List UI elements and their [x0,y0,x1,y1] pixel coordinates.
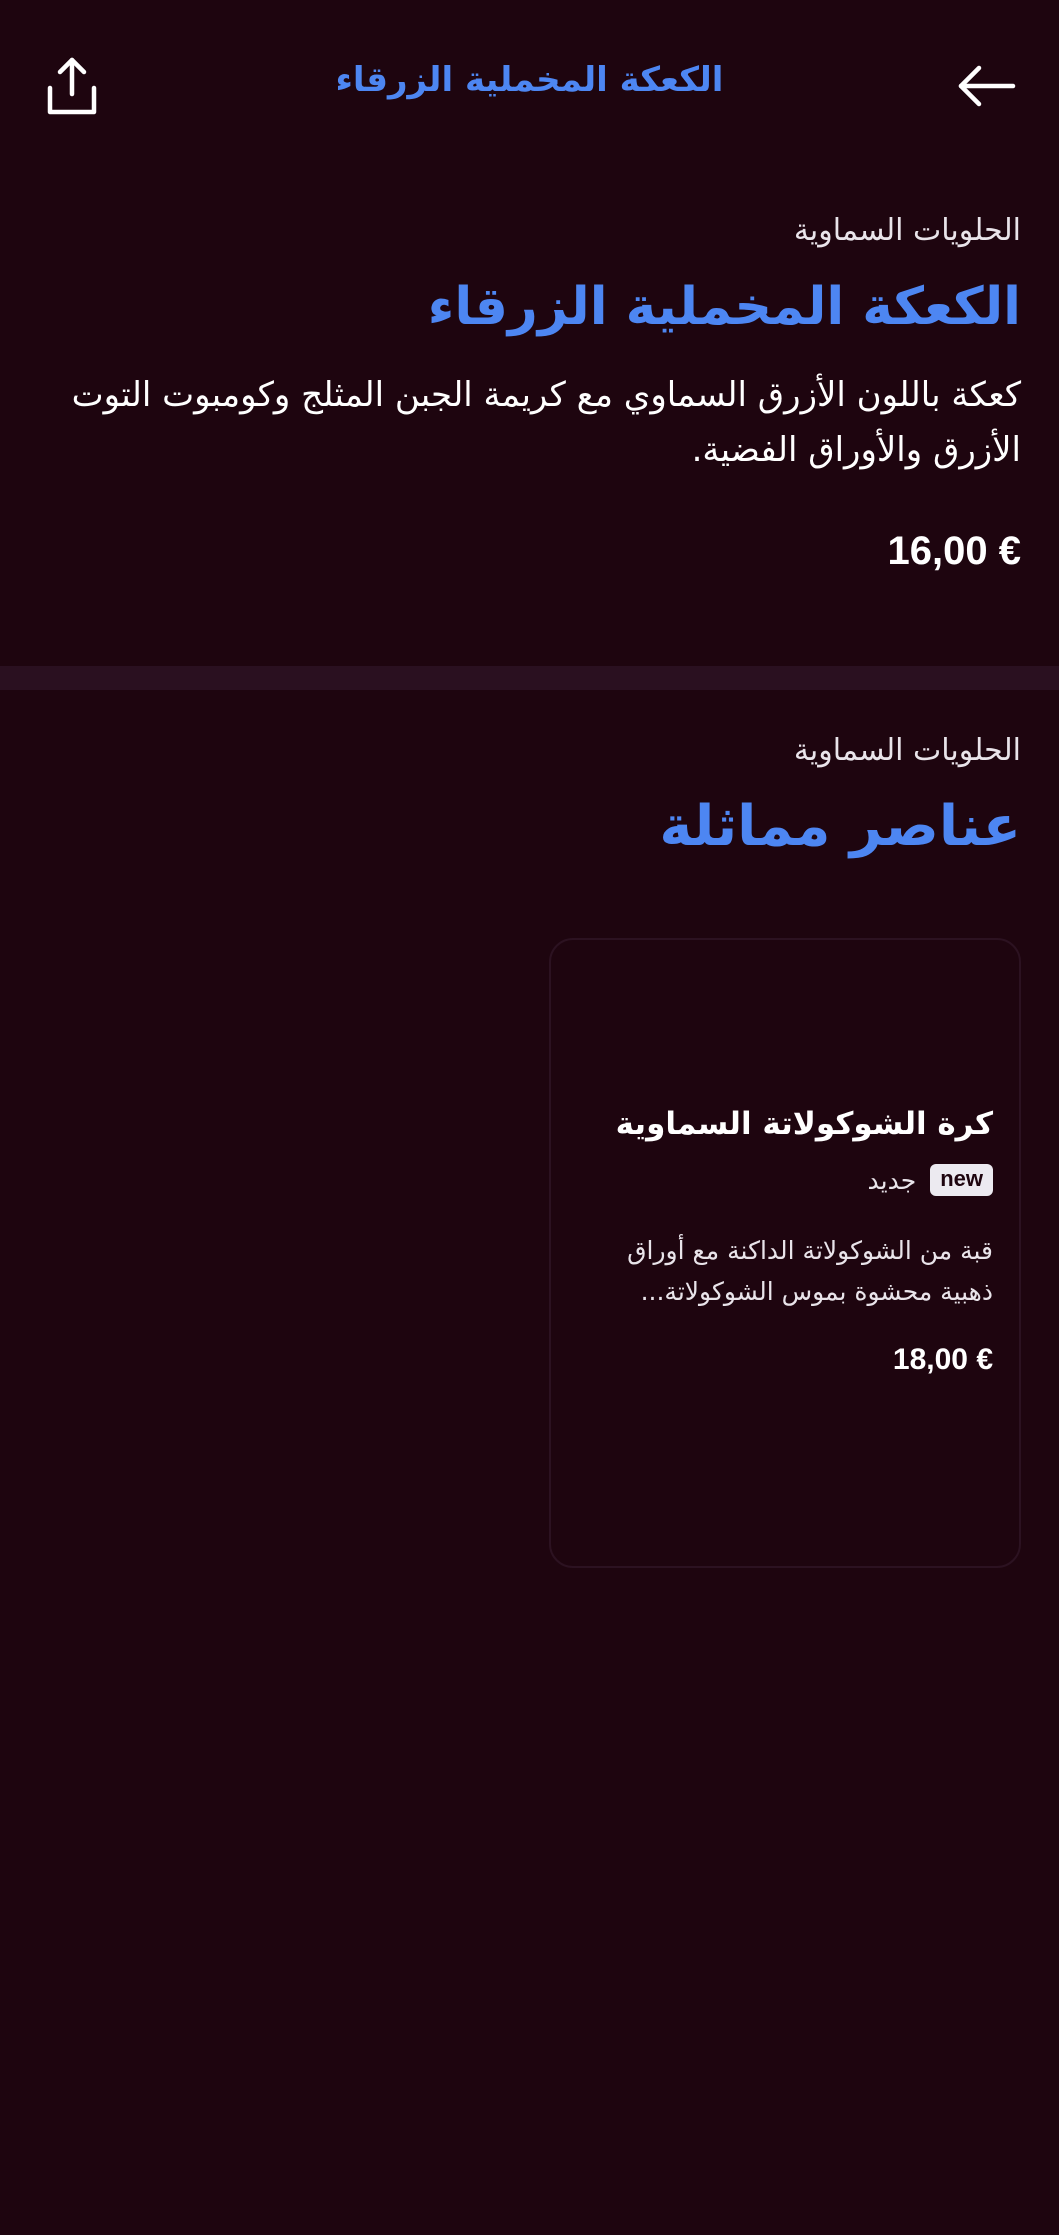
product-description: كعكة باللون الأزرق السماوي مع كريمة الجب… [71,375,1021,470]
section-divider [0,666,1059,690]
arrow-left-icon [958,65,1016,107]
similar-item-card[interactable]: كرة الشوكولاتة السماوية new جديد قبة من … [549,938,1021,1568]
share-icon [47,57,97,115]
item-price: 18,00 € [892,1342,993,1376]
product-title: الكعكة المخملية الزرقاء [427,277,1021,337]
share-button[interactable] [32,46,112,126]
product-price: 16,00 € [887,529,1021,574]
product-category: الحلويات السماوية [793,213,1021,248]
item-badges: new جديد [577,1164,993,1196]
similar-title: عناصر مماثلة [659,794,1021,859]
new-badge: new [930,1164,993,1196]
product-detail-screen: الكعكة المخملية الزرقاء الحلويات السماوي… [0,0,1059,2235]
item-description: قبة من الشوكولاتة الداكنة مع أوراق ذهبية… [627,1236,993,1307]
new-badge-label: جديد [867,1165,917,1195]
product-info: الحلويات السماوية الكعكة المخملية الزرقا… [38,210,1021,574]
similar-section: الحلويات السماوية عناصر مماثلة [38,730,1021,862]
top-bar: الكعكة المخملية الزرقاء [0,0,1059,170]
header-title: الكعكة المخملية الزرقاء [335,60,724,100]
item-title: كرة الشوكولاتة السماوية [615,1106,993,1142]
back-button[interactable] [947,46,1027,126]
similar-category: الحلويات السماوية [793,733,1021,768]
